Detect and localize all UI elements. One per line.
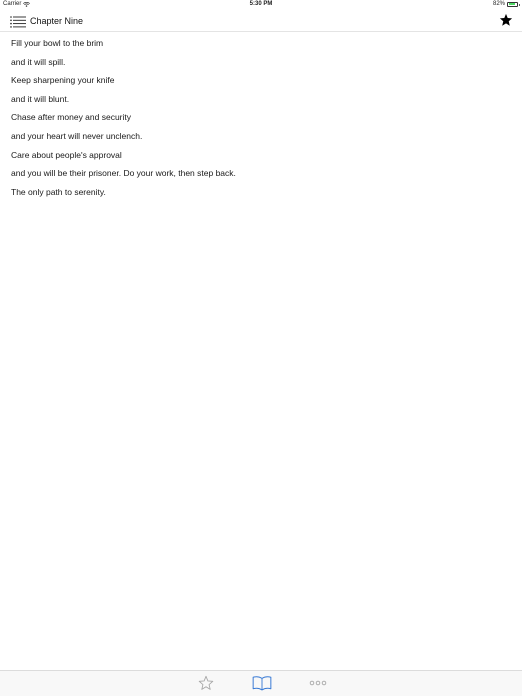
star-filled-icon [499,13,513,26]
battery-percentage: 82% [492,1,505,7]
text-line: Chase after money and security [11,112,132,123]
book-icon [252,676,272,691]
chapter-title: Chapter Nine [30,16,84,26]
text-line: The only path to serenity. [11,186,106,197]
list-icon [10,16,26,28]
text-line: and your heart will never unclench. [11,130,143,141]
status-time: 5:30 PM [249,1,273,7]
reader-screen: Carrier 5:30 PM 82% Chapter Nine Fill yo… [0,0,522,696]
chapter-text: Fill your bowl to the brim and it will s… [11,34,511,201]
battery-icon [507,1,520,7]
text-line: and it will spill. [11,56,66,67]
favorite-button[interactable] [499,13,513,27]
tab-bar [0,670,522,696]
text-line: Fill your bowl to the brim [11,38,104,48]
battery-level [508,3,516,5]
tab-favorites[interactable] [198,675,214,692]
tab-read[interactable] [252,675,272,692]
more-icon [309,680,327,686]
text-line: Keep sharpening your knife [11,75,115,86]
text-line: and you will be their prisoner. Do your … [11,168,236,179]
status-bar: Carrier 5:30 PM 82% [0,0,522,10]
battery-group: 82% [492,1,520,7]
text-line: and it will blunt. [11,93,70,104]
chapter-list-button[interactable] [10,15,26,28]
nav-bar: Chapter Nine [0,10,522,32]
text-line: Care about people's approval [11,149,122,160]
tab-more[interactable] [309,675,327,692]
star-outline-icon [198,675,214,690]
